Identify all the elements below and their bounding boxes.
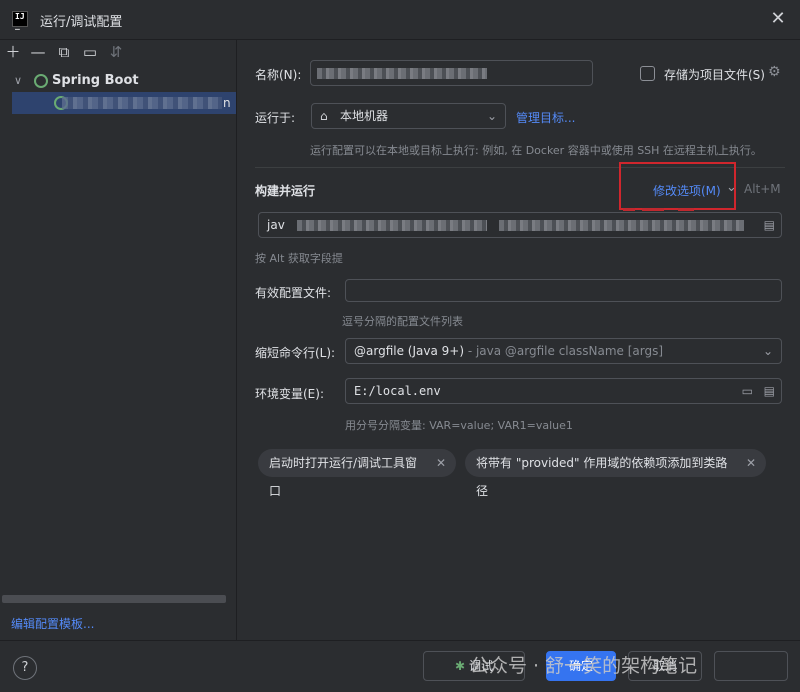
tree-item-selected-config[interactable]: n <box>12 92 236 114</box>
shorten-cmd-value: @argfile (Java 9+) <box>354 344 464 358</box>
remove-chip-icon[interactable]: ✕ <box>436 449 446 477</box>
close-icon[interactable]: ✕ <box>766 7 790 31</box>
intellij-logo-icon: IJ _ <box>12 11 28 30</box>
tree-group-label: Spring Boot <box>52 73 139 88</box>
config-tree-pane: ＋ — ⧉ ▭ ⇵ ∨ Spring Boot n 编辑配置模板... <box>0 40 237 640</box>
active-profiles-input[interactable] <box>345 279 782 302</box>
new-folder-icon[interactable]: ▭ <box>80 42 100 62</box>
main-class-field[interactable]: jav ▤ <box>258 212 782 238</box>
spring-boot-icon <box>34 74 48 88</box>
run-on-value: 本地机器 <box>340 109 389 123</box>
run-on-select[interactable]: ⌂ 本地机器 ⌄ <box>311 103 506 129</box>
annotation-highlight-box <box>619 162 736 210</box>
option-chip-open-tool-window[interactable]: 启动时打开运行/调试工具窗口 ✕ <box>258 449 456 498</box>
build-run-title: 构建并运行 <box>255 184 316 198</box>
redacted-config-name <box>62 97 222 109</box>
title-bar: IJ _ 运行/调试配置 ✕ <box>0 0 800 40</box>
horizontal-scrollbar[interactable] <box>2 595 226 603</box>
watermark: 公众号 · 舒一笑的架构笔记 <box>470 655 698 677</box>
store-as-project-file-checkbox[interactable] <box>640 66 655 81</box>
config-tree: ∨ Spring Boot n <box>0 70 237 114</box>
annotation-mark <box>623 208 635 211</box>
active-profiles-hint: 逗号分隔的配置文件列表 <box>342 315 463 328</box>
expand-field-icon[interactable]: ▤ <box>764 379 775 403</box>
add-icon[interactable]: ＋ <box>3 42 23 62</box>
chevron-down-icon: ⌄ <box>762 344 773 358</box>
tree-item-suffix: n <box>223 96 231 110</box>
annotation-mark <box>642 208 664 211</box>
name-field[interactable] <box>310 60 593 86</box>
tree-toolbar: ＋ — ⧉ ▭ ⇵ <box>0 40 237 66</box>
env-vars-field[interactable]: E:/local.env ▭ ▤ <box>345 378 782 404</box>
run-on-hint: 运行配置可以在本地或目标上执行: 例如, 在 Docker 容器中或使用 SSH… <box>310 144 762 157</box>
env-vars-label: 环境变量(E): <box>255 387 324 401</box>
remove-icon[interactable]: — <box>28 42 48 62</box>
option-chip-provided-scope[interactable]: 将带有 "provided" 作用域的依赖项添加到类路径 ✕ <box>465 449 766 498</box>
redacted-name-value <box>317 68 487 79</box>
shorten-cmd-label: 缩短命令行(L): <box>255 346 336 360</box>
active-profiles-label: 有效配置文件: <box>255 286 332 300</box>
alt-hint: 按 Alt 获取字段提 <box>255 252 343 265</box>
gear-icon[interactable]: ⚙ <box>768 64 781 80</box>
remove-chip-icon[interactable]: ✕ <box>746 449 756 477</box>
run-on-label: 运行于: <box>255 111 296 125</box>
name-label: 名称(N): <box>255 68 302 82</box>
shorten-cmd-select[interactable]: @argfile (Java 9+) - java @argfile class… <box>345 338 782 364</box>
sort-icon[interactable]: ⇵ <box>106 42 126 62</box>
config-form: 名称(N): 存储为项目文件(S) ⚙ 运行于: ⌂ 本地机器 ⌄ 管理目标..… <box>238 40 800 640</box>
edit-templates-link[interactable]: 编辑配置模板... <box>11 615 94 632</box>
shorten-cmd-desc: - java @argfile className [args] <box>464 344 664 358</box>
manage-targets-link[interactable]: 管理目标... <box>516 109 575 126</box>
java-prefix: jav <box>267 218 285 232</box>
tree-group-spring-boot[interactable]: ∨ Spring Boot <box>0 70 237 92</box>
env-vars-value: E:/local.env <box>354 384 441 398</box>
help-icon[interactable]: ? <box>13 656 37 680</box>
expand-field-icon[interactable]: ▤ <box>764 213 775 237</box>
home-icon: ⌂ <box>320 109 328 123</box>
folder-icon[interactable]: ▭ <box>742 379 753 403</box>
copy-icon[interactable]: ⧉ <box>54 42 74 62</box>
chip-label: 将带有 "provided" 作用域的依赖项添加到类路径 <box>476 456 728 498</box>
annotation-mark <box>678 208 694 211</box>
redacted-java-version <box>297 220 487 231</box>
chevron-down-icon[interactable]: ∨ <box>14 70 22 92</box>
chip-label: 启动时打开运行/调试工具窗口 <box>269 456 418 498</box>
bug-icon: ✱ <box>455 659 466 673</box>
store-as-project-file-label: 存储为项目文件(S) <box>664 68 765 82</box>
modify-options-shortcut: Alt+M <box>744 182 781 196</box>
redacted-main-class <box>499 220 744 231</box>
dialog-footer: ? ✱ 调试 确定 取消 公众号 · 舒一笑的架构笔记 <box>0 640 800 692</box>
apply-button[interactable] <box>714 651 788 681</box>
chevron-down-icon: ⌄ <box>486 109 497 123</box>
env-vars-hint: 用分号分隔变量: VAR=value; VAR1=value1 <box>345 419 573 432</box>
window-title: 运行/调试配置 <box>40 15 123 30</box>
